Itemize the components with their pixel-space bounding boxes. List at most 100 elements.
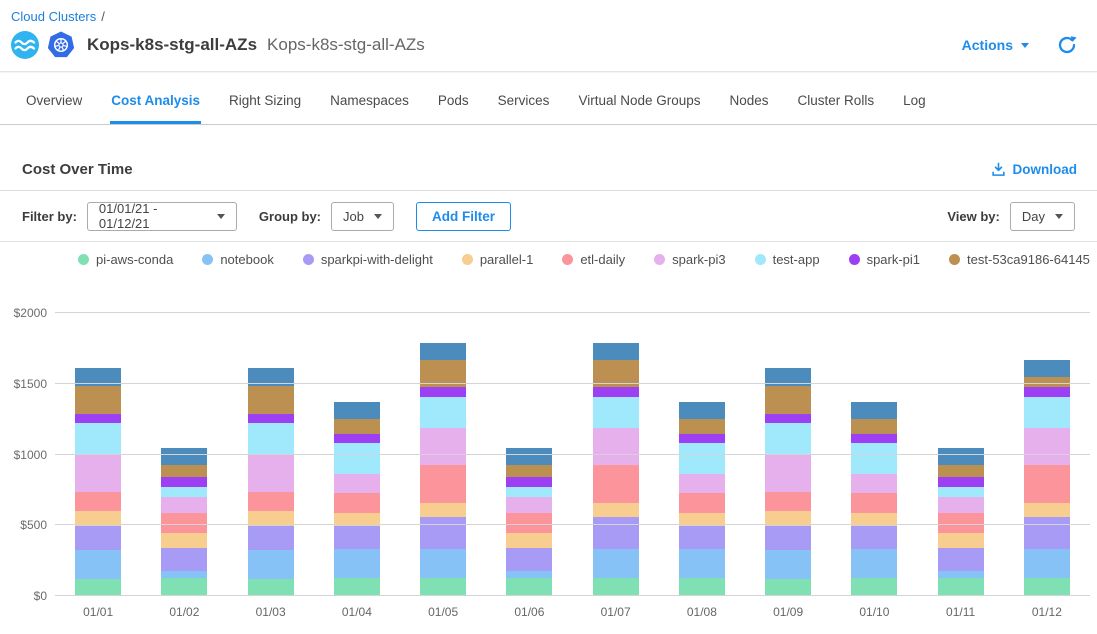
bar-slot	[918, 313, 1004, 596]
bar-segment-sparkpi-with-delight	[679, 526, 725, 549]
tab-right-sizing[interactable]: Right Sizing	[228, 93, 302, 124]
bar-segment-spark-pi3	[506, 497, 552, 513]
chart-legend: pi-aws-conda notebook sparkpi-with-delight…	[0, 242, 1097, 277]
legend-item-test-53ca9186-64145[interactable]: test-53ca9186-64145	[949, 252, 1090, 267]
tab-cost-analysis[interactable]: Cost Analysis	[110, 93, 201, 124]
legend-item-spark-pi3[interactable]: spark-pi3	[654, 252, 725, 267]
bar-01/01[interactable]	[75, 313, 121, 596]
legend-item-notebook[interactable]: notebook	[202, 252, 274, 267]
page-title: Kops-k8s-stg-all-AZs	[87, 35, 257, 55]
legend-item-pi-aws-conda[interactable]: pi-aws-conda	[78, 252, 173, 267]
legend-label: spark-pi3	[672, 252, 725, 267]
date-range-select[interactable]: 01/01/21 - 01/12/21	[87, 202, 237, 231]
bar-segment-pi-aws-conda	[765, 579, 811, 596]
filter-by-label: Filter by:	[22, 209, 77, 224]
bar-segment-spark-pi1	[765, 414, 811, 424]
bar-segment-test-pkix	[506, 448, 552, 466]
filter-bar: Filter by: 01/01/21 - 01/12/21 Group by:…	[0, 191, 1097, 242]
bar-segment-spark-pi1	[679, 434, 725, 443]
breadcrumb-separator: /	[101, 9, 105, 24]
refresh-icon[interactable]	[1057, 35, 1077, 55]
legend-label: parallel-1	[480, 252, 533, 267]
bar-segment-test-app	[248, 423, 294, 454]
bar-segment-test-53ca9186-64145	[334, 419, 380, 434]
bar-segment-etl-daily	[334, 493, 380, 513]
bar-01/03[interactable]	[248, 313, 294, 596]
bar-segment-pi-aws-conda	[1024, 578, 1070, 596]
legend-label: test-app	[773, 252, 820, 267]
bar-segment-etl-daily	[593, 465, 639, 503]
bar-01/06[interactable]	[506, 313, 552, 596]
bar-segment-notebook	[334, 549, 380, 577]
bar-segment-spark-pi1	[334, 434, 380, 443]
bar-segment-spark-pi3	[75, 455, 121, 492]
group-by-select[interactable]: Job	[331, 202, 394, 231]
bar-01/07[interactable]	[593, 313, 639, 596]
bar-segment-notebook	[420, 549, 466, 577]
tab-log[interactable]: Log	[902, 93, 927, 124]
download-label: Download	[1013, 162, 1078, 177]
bar-01/02[interactable]	[161, 313, 207, 596]
tab-nodes[interactable]: Nodes	[729, 93, 770, 124]
bar-segment-test-app	[334, 443, 380, 474]
bar-01/08[interactable]	[679, 313, 725, 596]
bar-segment-spark-pi3	[679, 474, 725, 492]
cost-over-time-header: Cost Over Time Download	[0, 125, 1097, 191]
x-tick-label: 01/05	[400, 605, 486, 619]
gridline	[55, 312, 1090, 313]
actions-button[interactable]: Actions	[962, 37, 1029, 53]
y-tick-label: $1000	[14, 448, 47, 462]
bar-segment-sparkpi-with-delight	[161, 548, 207, 571]
bar-segment-spark-pi1	[420, 387, 466, 398]
bar-segment-spark-pi3	[938, 497, 984, 513]
bar-segment-pi-aws-conda	[506, 578, 552, 596]
tab-overview[interactable]: Overview	[25, 93, 83, 124]
bar-segment-test-53ca9186-64145	[506, 465, 552, 477]
bar-01/10[interactable]	[851, 313, 897, 596]
y-tick-label: $0	[34, 589, 47, 603]
bar-segment-etl-daily	[506, 513, 552, 534]
bar-slot	[745, 313, 831, 596]
bar-01/12[interactable]	[1024, 313, 1070, 596]
bar-segment-test-53ca9186-64145	[851, 419, 897, 434]
group-by-label: Group by:	[259, 209, 321, 224]
tab-virtual-node-groups[interactable]: Virtual Node Groups	[577, 93, 701, 124]
tab-namespaces[interactable]: Namespaces	[329, 93, 410, 124]
bar-segment-test-pkix	[161, 448, 207, 466]
bar-segment-spark-pi3	[248, 455, 294, 492]
bar-01/11[interactable]	[938, 313, 984, 596]
tab-services[interactable]: Services	[497, 93, 551, 124]
bar-segment-etl-daily	[938, 513, 984, 534]
add-filter-button[interactable]: Add Filter	[416, 202, 511, 231]
bar-segment-test-app	[851, 443, 897, 474]
bar-segment-notebook	[765, 550, 811, 579]
tab-cluster-rolls[interactable]: Cluster Rolls	[797, 93, 876, 124]
legend-item-parallel-1[interactable]: parallel-1	[462, 252, 533, 267]
bar-segment-test-pkix	[1024, 360, 1070, 377]
bar-segment-spark-pi1	[506, 477, 552, 487]
bar-segment-spark-pi3	[161, 497, 207, 513]
view-by-select[interactable]: Day	[1010, 202, 1075, 231]
legend-item-spark-pi1[interactable]: spark-pi1	[849, 252, 920, 267]
bar-01/09[interactable]	[765, 313, 811, 596]
bar-segment-spark-pi1	[75, 414, 121, 424]
bar-segment-test-pkix	[420, 343, 466, 360]
bar-01/04[interactable]	[334, 313, 380, 596]
tab-pods[interactable]: Pods	[437, 93, 470, 124]
bar-segment-parallel-1	[1024, 503, 1070, 517]
chevron-down-icon	[217, 214, 225, 219]
legend-item-test-app[interactable]: test-app	[755, 252, 820, 267]
download-button[interactable]: Download	[991, 162, 1078, 177]
bar-segment-test-53ca9186-64145	[161, 465, 207, 477]
plot-area	[55, 313, 1090, 596]
chevron-down-icon	[374, 214, 382, 219]
breadcrumb-link-cloud-clusters[interactable]: Cloud Clusters	[11, 9, 96, 24]
bar-segment-test-app	[420, 397, 466, 428]
legend-item-sparkpi-with-delight[interactable]: sparkpi-with-delight	[303, 252, 433, 267]
bar-01/05[interactable]	[420, 313, 466, 596]
x-tick-label: 01/07	[573, 605, 659, 619]
bar-slot	[314, 313, 400, 596]
x-tick-label: 01/12	[1004, 605, 1090, 619]
legend-item-etl-daily[interactable]: etl-daily	[562, 252, 625, 267]
view-by-value: Day	[1022, 209, 1045, 224]
